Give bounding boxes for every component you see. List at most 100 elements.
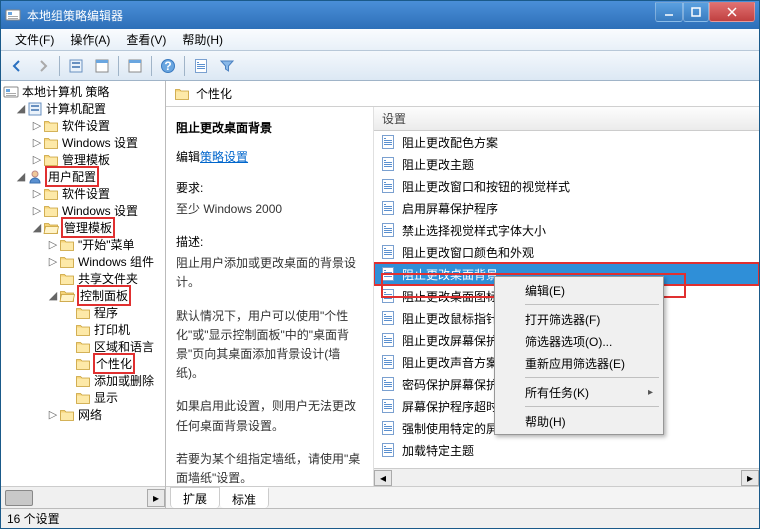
description-pane: 阻止更改桌面背景 编辑策略设置 要求: 至少 Windows 2000 描述: … — [166, 107, 374, 486]
folder-icon — [43, 118, 59, 134]
tree-admin-templates[interactable]: 管理模板 — [61, 217, 115, 238]
folder-icon — [59, 407, 75, 423]
expander-icon[interactable]: ▷ — [31, 153, 43, 166]
toolbar — [1, 51, 759, 81]
close-button[interactable] — [709, 2, 755, 22]
expander-icon[interactable]: ◢ — [47, 289, 59, 302]
back-button[interactable] — [5, 54, 29, 78]
titlebar[interactable]: 本地组策略编辑器 — [1, 1, 759, 29]
list-item[interactable]: 阻止更改窗口颜色和外观 — [374, 241, 759, 263]
setting-icon — [380, 310, 396, 326]
folder-icon — [75, 373, 91, 389]
requirement-text: 至少 Windows 2000 — [176, 200, 363, 219]
list-hscrollbar[interactable]: ◂ ▸ — [374, 468, 759, 486]
tree-item[interactable]: 打印机 — [93, 321, 131, 338]
setting-icon — [380, 178, 396, 194]
filter-on-button[interactable] — [189, 54, 213, 78]
tree-item[interactable]: 软件设置 — [61, 185, 111, 202]
list-item[interactable]: 阻止更改主题 — [374, 153, 759, 175]
setting-icon — [380, 398, 396, 414]
expander-icon[interactable]: ▷ — [31, 119, 43, 132]
tab-standard[interactable]: 标准 — [220, 487, 269, 508]
computer-config-icon — [27, 101, 43, 117]
status-text: 16 个设置 — [7, 510, 60, 527]
expander-icon[interactable]: ▷ — [31, 204, 43, 217]
list-item[interactable]: 阻止更改窗口和按钮的视觉样式 — [374, 175, 759, 197]
menu-view[interactable]: 查看(V) — [118, 31, 174, 48]
setting-icon — [380, 244, 396, 260]
menu-action[interactable]: 操作(A) — [62, 31, 118, 48]
show-hide-button[interactable] — [90, 54, 114, 78]
list-item[interactable]: 阻止更改配色方案 — [374, 131, 759, 153]
tree-item[interactable]: Windows 设置 — [61, 134, 139, 151]
header-title: 个性化 — [196, 85, 232, 102]
tab-extended[interactable]: 扩展 — [170, 487, 220, 508]
tree-item[interactable]: Windows 组件 — [77, 253, 155, 270]
menu-file[interactable]: 文件(F) — [7, 31, 62, 48]
description-p3: 如果启用此设置，则用户无法更改任何桌面背景设置。 — [176, 397, 363, 435]
ctx-edit[interactable]: 编辑(E) — [497, 279, 661, 301]
menu-separator — [525, 304, 659, 305]
scroll-right-icon[interactable]: ▸ — [741, 470, 759, 486]
policy-title: 阻止更改桌面背景 — [176, 119, 363, 136]
properties-button[interactable] — [123, 54, 147, 78]
folder-icon — [75, 339, 91, 355]
folder-icon — [75, 305, 91, 321]
expander-icon[interactable]: ▷ — [31, 136, 43, 149]
tree-item[interactable]: 网络 — [77, 406, 103, 423]
tree-item[interactable]: 软件设置 — [61, 117, 111, 134]
setting-icon — [380, 354, 396, 370]
list-column-header[interactable]: 设置 — [374, 107, 759, 131]
description-p4: 若要为某个组指定墙纸，请使用"桌面墙纸"设置。 — [176, 450, 363, 486]
setting-icon — [380, 134, 396, 150]
folder-icon — [59, 237, 75, 253]
scrollbar-thumb[interactable] — [5, 490, 33, 506]
list-item[interactable]: 启用屏幕保护程序 — [374, 197, 759, 219]
ctx-all-tasks[interactable]: 所有任务(K) — [497, 381, 661, 403]
tree-personalization[interactable]: 个性化 — [93, 353, 135, 374]
expander-icon[interactable]: ▷ — [47, 238, 59, 251]
tree-hscrollbar[interactable]: ▸ — [1, 486, 165, 508]
scroll-right-icon[interactable]: ▸ — [147, 489, 165, 507]
policy-root-icon — [3, 84, 19, 100]
ctx-help[interactable]: 帮助(H) — [497, 410, 661, 432]
tree-user-config[interactable]: 用户配置 — [45, 166, 99, 187]
expander-icon[interactable]: ◢ — [15, 102, 27, 115]
expander-icon[interactable]: ◢ — [15, 170, 27, 183]
tree-computer-config[interactable]: 计算机配置 — [45, 100, 107, 117]
tree-item[interactable]: "开始"菜单 — [77, 236, 136, 253]
edit-policy-link[interactable]: 策略设置 — [200, 150, 248, 164]
setting-icon — [380, 420, 396, 436]
folder-icon — [75, 322, 91, 338]
setting-icon — [380, 222, 396, 238]
tree-control-panel[interactable]: 控制面板 — [77, 285, 131, 306]
ctx-filter-options[interactable]: 筛选器选项(O)... — [497, 330, 661, 352]
description-text: 阻止用户添加或更改桌面的背景设计。 — [176, 254, 363, 292]
menu-help[interactable]: 帮助(H) — [174, 31, 231, 48]
list-item[interactable]: 加载特定主题 — [374, 439, 759, 461]
filter-button[interactable] — [215, 54, 239, 78]
expander-icon[interactable]: ◢ — [31, 221, 43, 234]
app-icon — [5, 7, 21, 23]
view-tabs: 扩展 标准 — [166, 486, 759, 508]
tree-item[interactable]: 显示 — [93, 389, 119, 406]
setting-icon — [380, 376, 396, 392]
minimize-button[interactable] — [655, 2, 683, 22]
tree-item[interactable]: 程序 — [93, 304, 119, 321]
setting-icon — [380, 442, 396, 458]
navigation-tree[interactable]: 本地计算机 策略 ◢计算机配置 ▷软件设置 ▷Windows 设置 ▷管理模板 … — [1, 81, 165, 486]
expander-icon[interactable]: ▷ — [31, 187, 43, 200]
folder-icon — [59, 254, 75, 270]
up-button[interactable] — [64, 54, 88, 78]
list-item[interactable]: 禁止选择视觉样式字体大小 — [374, 219, 759, 241]
ctx-open-filter[interactable]: 打开筛选器(F) — [497, 308, 661, 330]
tree-item[interactable]: 添加或删除 — [93, 372, 155, 389]
help-button[interactable] — [156, 54, 180, 78]
tree-root[interactable]: 本地计算机 策略 — [21, 83, 110, 100]
expander-icon[interactable]: ▷ — [47, 255, 59, 268]
ctx-reapply-filter[interactable]: 重新应用筛选器(E) — [497, 352, 661, 374]
folder-icon — [75, 356, 91, 372]
maximize-button[interactable] — [683, 2, 709, 22]
scroll-left-icon[interactable]: ◂ — [374, 470, 392, 486]
expander-icon[interactable]: ▷ — [47, 408, 59, 421]
